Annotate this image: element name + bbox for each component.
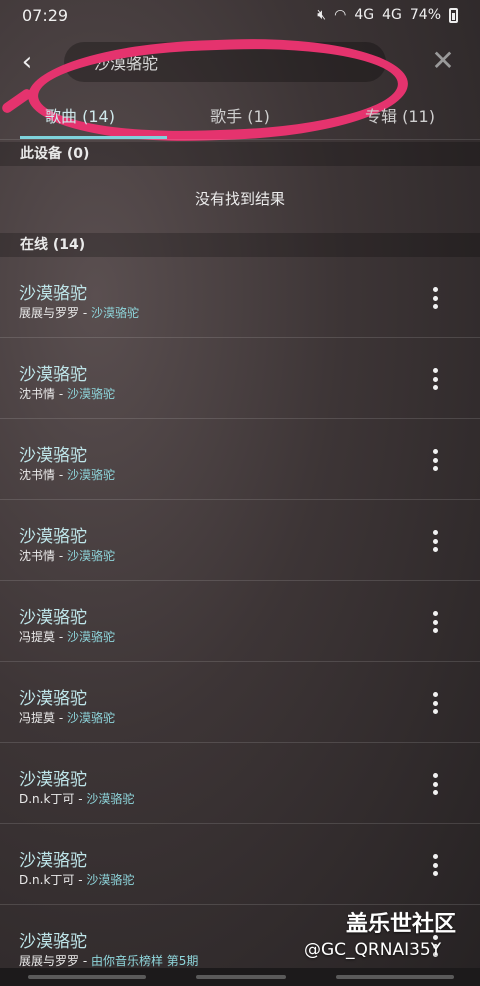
nav-segment-home[interactable] bbox=[196, 975, 286, 979]
tabs-divider bbox=[0, 139, 480, 140]
song-title: 沙漠骆驼 bbox=[19, 689, 87, 709]
device-section-header: 此设备 (0) bbox=[0, 142, 480, 166]
nav-segment-right bbox=[336, 975, 454, 979]
song-album: 沙漠骆驼 bbox=[66, 549, 115, 563]
song-artist: 沈书情 bbox=[19, 549, 56, 563]
more-options-button[interactable] bbox=[422, 447, 448, 473]
song-row[interactable]: 沙漠骆驼 展展与罗罗 - 沙漠骆驼 bbox=[0, 257, 480, 338]
no-results-message: 没有找到结果 bbox=[194, 190, 285, 208]
tab-songs[interactable]: 歌曲 (14) bbox=[0, 100, 160, 140]
nav-segment-left bbox=[28, 975, 146, 979]
mute-icon: 🔇︎ bbox=[317, 7, 327, 23]
tab-artists[interactable]: 歌手 (1) bbox=[160, 100, 320, 140]
clear-search-button[interactable]: ✕ bbox=[428, 46, 458, 76]
song-subtitle: D.n.k丁可 - 沙漠骆驼 bbox=[19, 873, 135, 887]
signal-icon-1: 4G bbox=[354, 7, 375, 23]
close-icon: ✕ bbox=[431, 44, 455, 77]
status-time: 07:29 bbox=[22, 5, 69, 25]
song-title: 沙漠骆驼 bbox=[19, 770, 87, 790]
wifi-icon: ◠ bbox=[334, 7, 347, 23]
song-artist: D.n.k丁可 bbox=[19, 873, 75, 887]
song-title: 沙漠骆驼 bbox=[19, 284, 87, 304]
song-title: 沙漠骆驼 bbox=[19, 932, 87, 952]
battery-percent: 74% bbox=[409, 7, 441, 23]
search-input[interactable]: 沙漠骆驼 bbox=[64, 42, 386, 82]
song-album: 沙漠骆驼 bbox=[86, 792, 135, 806]
signal-icon-2: 4G bbox=[382, 7, 402, 23]
song-row[interactable]: 沙漠骆驼 冯提莫 - 沙漠骆驼 bbox=[0, 662, 480, 743]
song-subtitle: 沈书情 - 沙漠骆驼 bbox=[19, 387, 115, 401]
more-options-button[interactable] bbox=[422, 852, 448, 878]
song-subtitle: D.n.k丁可 - 沙漠骆驼 bbox=[19, 792, 135, 806]
status-bar: 07:29 🔇︎ ◠ 4G 4G 74% bbox=[0, 0, 480, 30]
song-title: 沙漠骆驼 bbox=[19, 851, 87, 871]
song-artist: 展展与罗罗 bbox=[19, 954, 80, 968]
search-header: ‹ 沙漠骆驼 ✕ bbox=[0, 33, 480, 147]
song-subtitle: 沈书情 - 沙漠骆驼 bbox=[19, 549, 115, 563]
song-album: 由你音乐榜样 第5期 bbox=[90, 954, 199, 968]
song-album: 沙漠骆驼 bbox=[66, 468, 115, 482]
song-list: 沙漠骆驼 展展与罗罗 - 沙漠骆驼 沙漠骆驼 沈书情 - 沙漠骆驼 沙漠骆驼 沈… bbox=[0, 257, 480, 985]
more-options-button[interactable] bbox=[422, 609, 448, 635]
battery-icon bbox=[449, 7, 458, 23]
song-row[interactable]: 沙漠骆驼 冯提莫 - 沙漠骆驼 bbox=[0, 581, 480, 662]
more-options-button[interactable] bbox=[422, 690, 448, 716]
song-row[interactable]: 沙漠骆驼 沈书情 - 沙漠骆驼 bbox=[0, 419, 480, 500]
song-artist: 冯提莫 bbox=[19, 711, 56, 725]
song-title: 沙漠骆驼 bbox=[19, 365, 87, 385]
song-artist: 冯提莫 bbox=[19, 630, 56, 644]
song-subtitle: 展展与罗罗 - 沙漠骆驼 bbox=[19, 306, 139, 320]
song-artist: 沈书情 bbox=[19, 387, 56, 401]
song-row[interactable]: 沙漠骆驼 D.n.k丁可 - 沙漠骆驼 bbox=[0, 743, 480, 824]
more-vertical-icon bbox=[432, 287, 438, 292]
online-section-header: 在线 (14) bbox=[0, 233, 480, 257]
result-tabs: 歌曲 (14) 歌手 (1) 专辑 (11) bbox=[0, 100, 480, 140]
song-title: 沙漠骆驼 bbox=[19, 446, 87, 466]
song-subtitle: 沈书情 - 沙漠骆驼 bbox=[19, 468, 115, 482]
more-vertical-icon bbox=[432, 449, 438, 454]
more-options-button[interactable] bbox=[422, 528, 448, 554]
song-row[interactable]: 沙漠骆驼 D.n.k丁可 - 沙漠骆驼 bbox=[0, 824, 480, 905]
more-options-button[interactable] bbox=[422, 771, 448, 797]
song-artist: D.n.k丁可 bbox=[19, 792, 75, 806]
back-arrow-icon: ‹ bbox=[21, 47, 33, 77]
more-vertical-icon bbox=[432, 773, 438, 778]
song-artist: 沈书情 bbox=[19, 468, 56, 482]
search-query: 沙漠骆驼 bbox=[94, 54, 159, 73]
watermark-title: 盖乐世社区 bbox=[346, 912, 457, 937]
song-subtitle: 冯提莫 - 沙漠骆驼 bbox=[19, 630, 115, 644]
status-icons: 🔇︎ ◠ 4G 4G 74% bbox=[317, 7, 458, 23]
song-album: 沙漠骆驼 bbox=[86, 873, 135, 887]
more-options-button[interactable] bbox=[422, 285, 448, 311]
more-vertical-icon bbox=[432, 611, 438, 616]
tab-albums[interactable]: 专辑 (11) bbox=[320, 100, 480, 140]
song-title: 沙漠骆驼 bbox=[19, 527, 87, 547]
song-album: 沙漠骆驼 bbox=[66, 387, 115, 401]
song-album: 沙漠骆驼 bbox=[66, 711, 115, 725]
song-subtitle: 展展与罗罗 - 由你音乐榜样 第5期 bbox=[19, 954, 199, 968]
more-vertical-icon bbox=[432, 854, 438, 859]
song-album: 沙漠骆驼 bbox=[90, 306, 139, 320]
song-subtitle: 冯提莫 - 沙漠骆驼 bbox=[19, 711, 115, 725]
more-options-button[interactable] bbox=[422, 366, 448, 392]
more-vertical-icon bbox=[432, 368, 438, 373]
back-button[interactable]: ‹ bbox=[12, 44, 42, 80]
song-album: 沙漠骆驼 bbox=[66, 630, 115, 644]
song-artist: 展展与罗罗 bbox=[19, 306, 80, 320]
more-vertical-icon bbox=[432, 530, 438, 535]
watermark-user: @GC_QRNAI35Y bbox=[304, 940, 442, 960]
song-row[interactable]: 沙漠骆驼 沈书情 - 沙漠骆驼 bbox=[0, 500, 480, 581]
song-title: 沙漠骆驼 bbox=[19, 608, 87, 628]
song-row[interactable]: 沙漠骆驼 沈书情 - 沙漠骆驼 bbox=[0, 338, 480, 419]
more-vertical-icon bbox=[432, 692, 438, 697]
